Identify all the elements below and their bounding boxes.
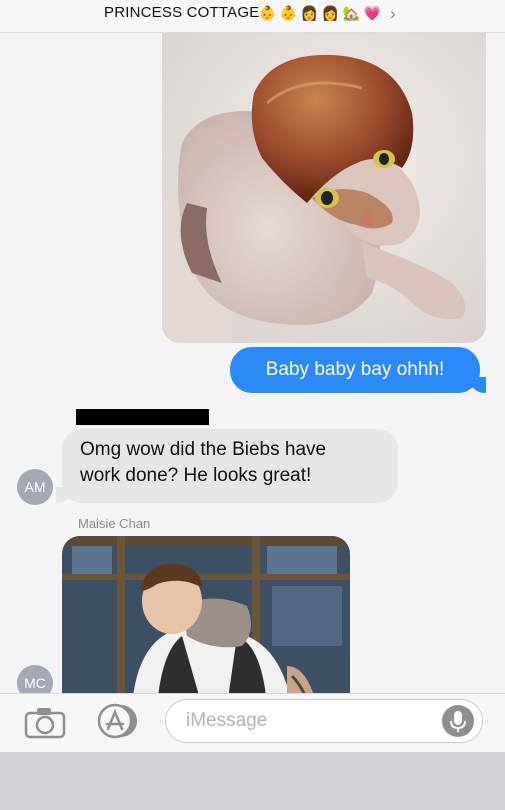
incoming-message-bubble[interactable]: Omg wow did the Biebs have work done? He… [56, 429, 398, 503]
imessage-input[interactable]: iMessage [165, 699, 483, 743]
incoming-message-line: work done? He looks great! [80, 465, 312, 486]
conversation-title[interactable]: PRINCESS COTTAGE [104, 4, 259, 21]
conversation-header[interactable]: PRINCESS COTTAGE 👶 👶 👩 👩 🏡 💗 › [0, 0, 505, 33]
woman-emoji: 👩 [300, 5, 319, 21]
incoming-message-line: Omg wow did the Biebs have [80, 439, 327, 460]
incoming-photo-message[interactable] [62, 536, 350, 693]
outgoing-message-bubble[interactable]: Baby baby bay ohhh! [230, 347, 486, 393]
app-store-icon[interactable] [93, 702, 141, 740]
outgoing-message-text: Baby baby bay ohhh! [265, 359, 445, 380]
keyboard-area [0, 752, 505, 810]
baby-emoji: 👶 [279, 5, 298, 21]
woman-emoji: 👩 [321, 5, 340, 21]
microphone-icon[interactable] [442, 705, 474, 737]
redacted-sender-name [76, 409, 209, 425]
chevron-right-icon[interactable]: › [390, 4, 396, 24]
camera-icon[interactable] [24, 705, 66, 739]
cat-with-wig-image [162, 33, 486, 343]
person-in-vest-image [62, 536, 350, 693]
baby-emoji: 👶 [258, 5, 277, 21]
heart-emoji: 💗 [363, 5, 382, 21]
avatar[interactable]: MC [17, 665, 53, 693]
house-emoji: 🏡 [342, 5, 361, 21]
avatar[interactable]: AM [17, 469, 53, 505]
title-emoji-row: 👶 👶 👩 👩 🏡 💗 [258, 5, 382, 22]
sender-name: Maisie Chan [78, 516, 151, 531]
message-thread[interactable]: Baby baby bay ohhh! Omg wow did the Bieb… [0, 33, 505, 693]
imessage-placeholder: iMessage [186, 710, 268, 731]
compose-toolbar: iMessage [0, 693, 505, 752]
outgoing-photo-message[interactable] [162, 33, 486, 343]
